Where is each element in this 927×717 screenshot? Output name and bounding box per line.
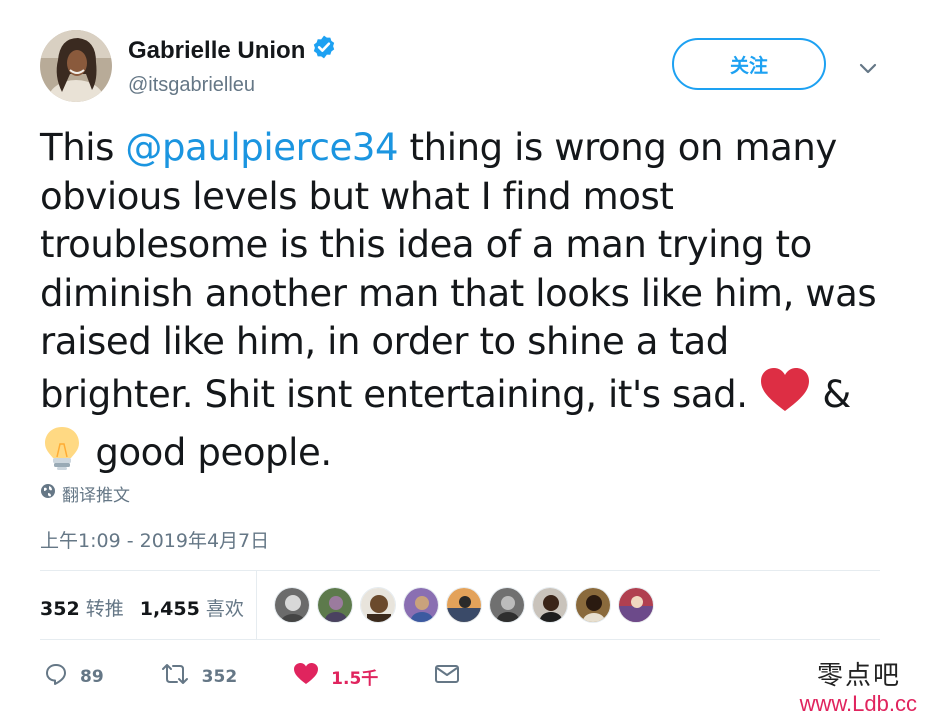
reply-button[interactable]: 89 <box>44 662 104 691</box>
liker-avatar[interactable] <box>575 587 611 623</box>
reply-icon <box>44 662 68 691</box>
translate-label: 翻译推文 <box>62 486 130 506</box>
avatar[interactable] <box>40 30 112 102</box>
direct-message-button[interactable] <box>434 663 460 690</box>
liker-avatar[interactable] <box>618 587 654 623</box>
likes-stat[interactable]: 1,455 喜欢 <box>140 594 244 621</box>
retweets-count: 352 <box>40 598 80 620</box>
envelope-icon <box>434 663 460 690</box>
liker-avatar[interactable] <box>360 587 396 623</box>
reply-count: 89 <box>80 666 104 687</box>
retweet-button[interactable]: 352 <box>160 662 238 691</box>
tweet-text-part: thing is wrong on many obvious levels bu… <box>40 126 877 416</box>
red-heart-icon <box>759 367 811 426</box>
tweet-timestamp[interactable]: 上午1:09 - 2019年4月7日 <box>40 526 269 553</box>
tweet-text: This @paulpierce34 thing is wrong on man… <box>40 124 890 484</box>
like-button[interactable]: 1.5千 <box>293 662 378 691</box>
like-count: 1.5千 <box>331 669 379 689</box>
divider <box>40 570 880 571</box>
stats-divider <box>256 571 257 639</box>
display-name-row: Gabrielle Union <box>128 34 337 67</box>
heart-icon <box>293 662 319 691</box>
liker-avatar[interactable] <box>532 587 568 623</box>
translate-tweet-link[interactable]: 翻译推文 <box>40 481 130 506</box>
globe-icon <box>40 483 56 504</box>
retweet-count: 352 <box>201 666 238 687</box>
liker-avatar[interactable] <box>403 587 439 623</box>
liker-avatar[interactable] <box>317 587 353 623</box>
watermark-url: www.Ldb.cc <box>799 691 917 716</box>
liker-avatar[interactable] <box>446 587 482 623</box>
likes-count: 1,455 <box>139 598 200 620</box>
liker-avatars <box>274 587 654 623</box>
follow-button[interactable]: 关注 <box>672 38 826 90</box>
divider <box>40 639 880 640</box>
likes-label: 喜欢 <box>205 598 244 620</box>
tweet-text-part: good people. <box>84 431 332 474</box>
tweet-text-part: This <box>40 126 126 169</box>
tweet-text-part: & <box>811 372 851 416</box>
mention-link[interactable]: @paulpierce34 <box>125 126 398 169</box>
chevron-down-icon[interactable] <box>856 56 880 80</box>
user-handle[interactable]: @itsgabrielleu <box>128 74 255 97</box>
liker-avatar[interactable] <box>274 587 310 623</box>
tweet-stats: 352 转推 1,455 喜欢 <box>40 594 244 621</box>
display-name[interactable]: Gabrielle Union <box>128 37 305 65</box>
watermark: 零点吧 www.Ldb.cc <box>800 661 917 717</box>
profile-photo <box>40 30 112 102</box>
retweet-icon <box>160 662 190 691</box>
light-bulb-icon <box>40 425 84 484</box>
tweet-actions: 89 352 1.5千 <box>44 662 516 691</box>
retweets-label: 转推 <box>85 598 124 620</box>
verified-badge-icon <box>311 34 337 67</box>
watermark-chinese: 零点吧 <box>816 661 901 691</box>
liker-avatar[interactable] <box>489 587 525 623</box>
retweets-stat[interactable]: 352 转推 <box>40 594 124 621</box>
